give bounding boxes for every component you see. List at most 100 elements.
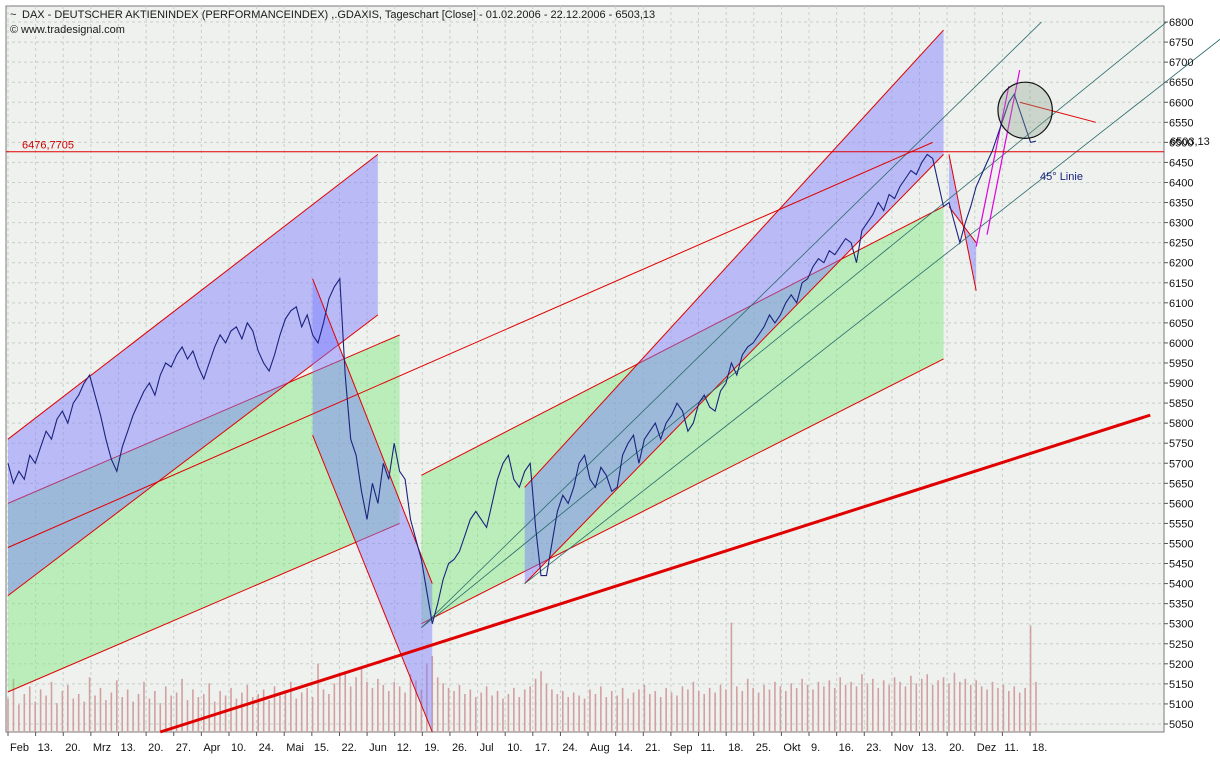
volume-bar <box>349 686 352 732</box>
volume-bar <box>779 686 782 732</box>
volume-bar <box>143 681 145 732</box>
volume-bar <box>855 686 858 732</box>
y-tick-label: 5900 <box>1169 378 1193 390</box>
volume-bar <box>94 695 96 732</box>
x-tick-label: 13. <box>922 742 937 754</box>
volume-bar <box>61 690 64 732</box>
volume-bar <box>627 698 629 732</box>
volume-bar <box>132 701 134 732</box>
volume-bar <box>45 695 47 732</box>
volume-bar <box>600 686 602 732</box>
y-tick-label: 6650 <box>1169 77 1193 89</box>
x-tick-label: Apr <box>203 742 220 754</box>
volume-bar <box>1013 686 1016 732</box>
x-tick-label: 10. <box>231 742 246 754</box>
volume-bar <box>975 680 977 732</box>
volume-bar <box>170 695 172 732</box>
chart-source: www.tradesignal.com <box>20 24 125 36</box>
volume-bar <box>703 694 706 732</box>
volume-bar <box>154 690 156 732</box>
x-tick-label: 19. <box>424 742 439 754</box>
volume-bar <box>643 684 646 732</box>
copyright-icon: © <box>10 24 18 36</box>
volume-bar <box>926 674 929 732</box>
volume-bar <box>899 681 901 732</box>
volume-bar <box>333 683 336 732</box>
volume-bar <box>844 684 847 732</box>
volume-bar <box>768 689 771 732</box>
volume-bar <box>812 689 814 732</box>
volume-bar <box>491 695 493 732</box>
volume-bar <box>241 692 243 732</box>
x-tick-label: Nov <box>894 742 914 754</box>
volume-bar <box>774 681 776 732</box>
volume-bar <box>121 697 124 732</box>
volume-bar <box>920 678 923 732</box>
volume-bar <box>594 694 597 732</box>
volume-bar <box>708 687 711 732</box>
volume-bar <box>806 684 809 732</box>
highlight-circle <box>997 81 1053 139</box>
y-tick-label: 5200 <box>1169 659 1193 671</box>
volume-bar <box>872 678 874 732</box>
volume-bar <box>355 677 357 732</box>
volume-bar <box>28 686 31 732</box>
volume-bar <box>1018 692 1021 732</box>
volume-bar <box>801 678 803 732</box>
volume-bar <box>398 686 401 732</box>
y-tick-label: 6250 <box>1169 238 1193 250</box>
chart-title-icon: ~ <box>10 9 16 21</box>
volume-bar <box>366 681 368 732</box>
volume-bar <box>991 681 994 732</box>
volume-bar <box>904 686 907 732</box>
x-tick-label: 20. <box>148 742 163 754</box>
volume-bar <box>474 697 477 732</box>
volume-bar <box>137 694 140 732</box>
volume-bar <box>7 698 9 732</box>
chart-title: DAX - DEUTSCHER AKTIENINDEX (PERFORMANCE… <box>22 9 655 21</box>
volume-bar <box>589 689 591 732</box>
x-tick-label: 16. <box>839 742 854 754</box>
volume-bar <box>18 704 20 732</box>
volume-bar <box>159 703 162 732</box>
volume-bar <box>224 695 227 732</box>
volume-bar <box>1008 690 1010 732</box>
volume-bar <box>458 684 461 732</box>
volume-bar <box>850 681 852 732</box>
x-tick-label: 13. <box>120 742 135 754</box>
volume-bar <box>262 689 265 732</box>
volume-bar <box>203 694 205 732</box>
volume-bar <box>300 692 303 732</box>
volume-bar <box>279 695 281 732</box>
volume-bar <box>746 678 749 732</box>
y-tick-label: 5350 <box>1169 599 1193 611</box>
volume-bar <box>235 698 238 732</box>
volume-bar <box>502 698 504 732</box>
volume-bar <box>88 677 91 732</box>
volume-bar <box>67 684 69 732</box>
volume-bar <box>649 694 651 732</box>
y-tick-label: 5100 <box>1169 699 1193 711</box>
volume-bar <box>784 690 787 732</box>
volume-bar <box>295 698 298 732</box>
volume-bar <box>268 700 270 732</box>
x-tick-label: 15. <box>314 742 329 754</box>
volume-bar <box>621 687 624 732</box>
volume-bar <box>561 690 564 732</box>
x-tick-label: Dez <box>977 742 997 754</box>
volume-bar <box>882 680 885 732</box>
volume-bar <box>986 689 988 732</box>
volume-bar <box>888 684 890 732</box>
y-tick-label: 5450 <box>1169 559 1193 571</box>
volume-bar <box>790 683 793 732</box>
volume-bar <box>551 689 553 732</box>
volume-bar <box>404 692 406 732</box>
x-tick-label: Mai <box>286 742 304 754</box>
x-tick-label: Jun <box>369 742 387 754</box>
volume-bar <box>719 684 722 732</box>
volume-bar <box>915 683 918 732</box>
volume-bar <box>447 687 450 732</box>
y-tick-label: 5550 <box>1169 518 1193 530</box>
volume-bar <box>469 689 472 732</box>
x-tick-label: 9. <box>811 742 820 754</box>
